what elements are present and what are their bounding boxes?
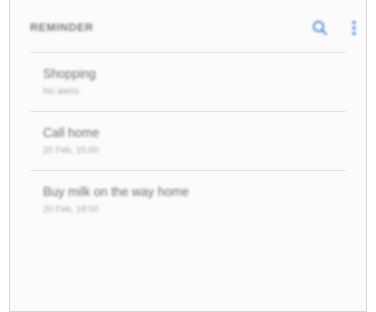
reminder-title: Buy milk on the way home: [43, 185, 189, 199]
more-options-button[interactable]: [342, 16, 366, 40]
reminder-title: Shopping: [43, 67, 96, 81]
app-title: REMINDER: [30, 22, 94, 34]
search-button[interactable]: [308, 16, 332, 40]
more-vertical-icon: [352, 20, 356, 36]
reminder-title: Call home: [43, 126, 100, 140]
search-icon: [312, 20, 328, 36]
reminder-subtitle: 20 Feb, 18:00: [43, 204, 99, 214]
reminder-screen: REMINDER Shopping No alerts Call home 20…: [9, 0, 367, 312]
divider: [30, 111, 346, 112]
reminder-subtitle: No alerts: [43, 86, 80, 96]
app-bar: REMINDER: [10, 0, 366, 50]
reminder-item-buy-milk[interactable]: Buy milk on the way home 20 Feb, 18:00: [10, 171, 366, 229]
reminder-subtitle: 20 Feb, 15:00: [43, 145, 99, 155]
reminder-item-shopping[interactable]: Shopping No alerts: [10, 53, 366, 111]
divider: [30, 170, 346, 171]
reminder-item-call-home[interactable]: Call home 20 Feb, 15:00: [10, 112, 366, 170]
